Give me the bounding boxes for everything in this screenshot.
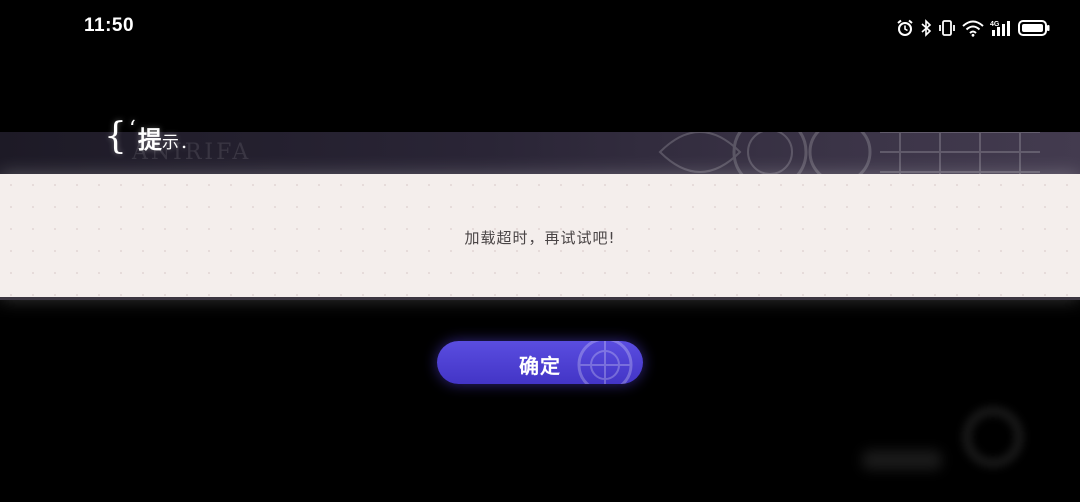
- dialog-title: { ‘ 提 示 .: [104, 116, 188, 157]
- svg-text:4G: 4G: [990, 21, 1000, 28]
- status-bar: 11:50 4G: [0, 0, 1080, 56]
- title-brace: {: [104, 116, 127, 157]
- title-char-big: 提: [137, 125, 162, 154]
- bluetooth-icon: [920, 19, 932, 37]
- vibrate-icon: [938, 19, 956, 37]
- ornament-decoration: [658, 132, 1040, 174]
- confirm-button-label: 确定: [519, 354, 561, 378]
- confirm-button[interactable]: 确定: [437, 341, 643, 384]
- status-time: 11:50: [84, 15, 135, 36]
- 4g-signal-icon: 4G: [990, 19, 1012, 37]
- message-panel: 加载超时，再试试吧!: [0, 174, 1080, 298]
- title-quote: ‘: [128, 117, 136, 142]
- wifi-icon: [962, 19, 984, 37]
- blurred-background-icon: [962, 406, 1024, 468]
- title-char-small: 示: [161, 133, 179, 153]
- panel-divider: [0, 297, 1080, 300]
- title-dot: .: [180, 129, 188, 153]
- blurred-background-text: [862, 450, 942, 470]
- dialog-message: 加载超时，再试试吧!: [464, 229, 616, 247]
- alarm-icon: [896, 19, 914, 37]
- battery-icon: [1018, 19, 1050, 37]
- status-icons: 4G: [896, 17, 1050, 39]
- game-screen: 11:50 4G ANIRIFA {‘ 提 示 . 加载超时，再试试吧! 确定: [0, 0, 1080, 502]
